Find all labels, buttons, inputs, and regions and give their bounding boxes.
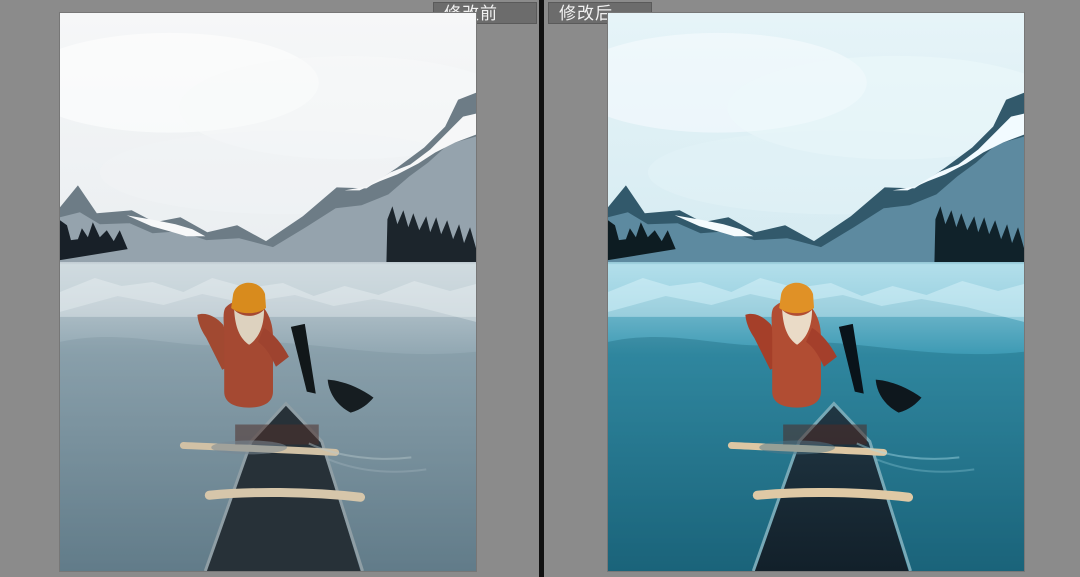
before-photo-illustration <box>60 13 476 571</box>
photo-comparison-app: 修改前 <box>0 0 1080 577</box>
before-photo <box>59 12 477 572</box>
seat-reflection <box>211 440 287 455</box>
seat-reflection <box>759 440 835 455</box>
before-pane: 修改前 <box>0 0 540 577</box>
after-photo <box>607 12 1025 572</box>
comparison-divider <box>539 0 544 577</box>
after-pane: 修改后 <box>545 0 1080 577</box>
canoe-seat <box>752 488 914 502</box>
canoe-seat <box>204 488 366 502</box>
after-photo-illustration <box>608 13 1024 571</box>
